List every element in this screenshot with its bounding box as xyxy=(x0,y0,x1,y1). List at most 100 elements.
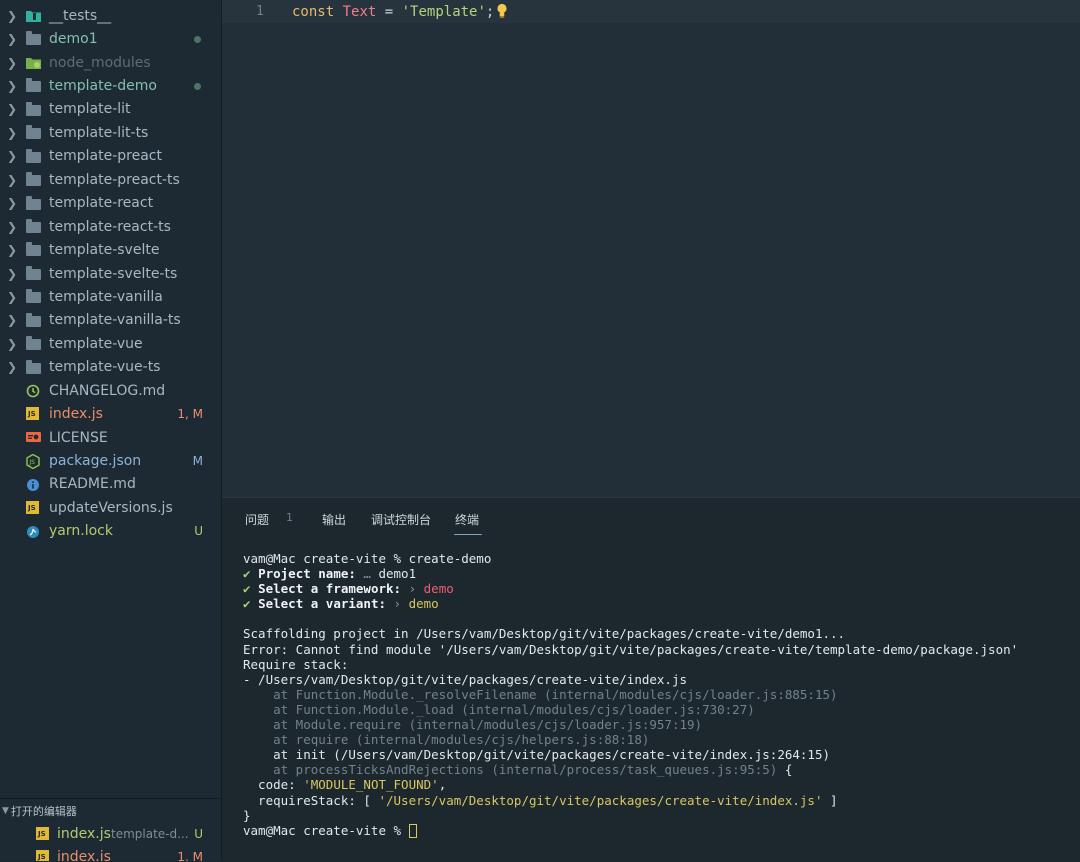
terminal-output[interactable]: vam@Mac create-vite % create-demo ✔ Proj… xyxy=(243,551,1073,838)
terminal-line: vam@Mac create-vite % create-demo xyxy=(243,551,492,566)
file-tree-item[interactable]: JS package.json M xyxy=(0,449,221,472)
chevron-right-icon: ❯ xyxy=(7,8,18,23)
chevron-down-icon: ▼ xyxy=(2,806,9,816)
file-tree-item[interactable]: ❯ template-demo xyxy=(0,74,221,97)
file-tree: ❯ __tests__ ❯ demo1 ❯ node_modules ❯ template-d… xyxy=(0,4,221,543)
file-tree-item[interactable]: README.md xyxy=(0,473,221,496)
git-status-badge: U xyxy=(194,524,203,539)
license-icon xyxy=(26,431,41,444)
folder-icon xyxy=(26,195,41,210)
terminal-cursor xyxy=(408,823,417,838)
file-tree-item[interactable]: CHANGELOG.md xyxy=(0,379,221,402)
tab-debug-console[interactable]: 调试控制台 xyxy=(371,511,431,528)
file-tree-item[interactable]: ❯ template-vanilla xyxy=(0,285,221,308)
folder-icon xyxy=(26,172,41,187)
javascript-file-icon: JS xyxy=(36,827,49,840)
file-tree-item[interactable]: ❯ template-react-ts xyxy=(0,215,221,238)
line-number: 1 xyxy=(256,4,264,19)
file-tree-item-label: template-lit-ts xyxy=(49,124,149,141)
file-tree-item[interactable]: ❯ template-preact-ts xyxy=(0,168,221,191)
file-tree-item-label: demo1 xyxy=(49,31,98,48)
file-tree-item-label: LICENSE xyxy=(49,429,108,446)
terminal-line: Scaffolding project in /Users/vam/Deskto… xyxy=(243,626,846,642)
terminal-line: ✔ Project name: … demo1 xyxy=(243,566,417,582)
chevron-right-icon: ❯ xyxy=(7,79,18,94)
readme-info-icon xyxy=(26,478,41,491)
open-editors-header[interactable]: ▼ 打开的编辑器 xyxy=(0,798,221,823)
tab-problems[interactable]: 问题 xyxy=(245,511,269,528)
problems-count-badge: 1 xyxy=(286,511,293,524)
chevron-right-icon: ❯ xyxy=(7,266,18,281)
open-editors-title: 打开的编辑器 xyxy=(10,805,77,818)
svg-text:JS: JS xyxy=(28,460,35,467)
file-tree-item[interactable]: ❯ template-vue-ts xyxy=(0,356,221,379)
yarn-icon xyxy=(26,525,41,538)
chevron-right-icon: ❯ xyxy=(7,125,18,140)
javascript-file-icon: JS xyxy=(26,501,41,515)
terminal-prompt-line[interactable]: vam@Mac create-vite % xyxy=(243,823,1073,838)
open-editor-filename: index.js xyxy=(57,849,111,861)
code-editor[interactable]: 1 const Text = 'Template'; xyxy=(222,0,1080,497)
folder-icon xyxy=(26,31,41,46)
chevron-right-icon: ❯ xyxy=(7,360,18,375)
file-tree-item[interactable]: ❯ template-preact xyxy=(0,145,221,168)
file-tree-item-label: CHANGELOG.md xyxy=(49,382,166,399)
file-tree-item-label: README.md xyxy=(49,476,136,493)
open-editor-item[interactable]: JS index.js template-d... U xyxy=(0,823,221,845)
file-tree-item[interactable]: ❯ demo1 xyxy=(0,27,221,50)
file-tree-item[interactable]: ❯ template-lit xyxy=(0,98,221,121)
code-line[interactable]: const Text = 'Template'; xyxy=(292,3,508,22)
terminal-line: code: 'MODULE_NOT_FOUND', xyxy=(243,777,447,793)
file-tree-item-label: template-vue xyxy=(49,335,143,352)
file-tree-item-label: index.js xyxy=(49,406,103,423)
file-tree-item-label: template-vanilla xyxy=(49,288,163,305)
code-operator: = xyxy=(384,4,394,20)
file-tree-item-label: template-react-ts xyxy=(49,218,171,235)
node-modules-folder-icon xyxy=(26,56,41,69)
file-tree-item-label: updateVersions.js xyxy=(49,499,173,516)
file-tree-item-label: template-svelte-ts xyxy=(49,265,178,282)
file-tree-item[interactable]: ❯ __tests__ xyxy=(0,4,221,27)
file-tree-item[interactable]: LICENSE xyxy=(0,426,221,449)
modified-dot xyxy=(194,35,201,43)
folder-icon xyxy=(26,125,41,140)
file-tree-item-label: __tests__ xyxy=(49,7,112,24)
open-editor-item[interactable]: JS index.js 1, M xyxy=(0,846,221,861)
folder-icon xyxy=(26,359,41,374)
terminal-line: at Function.Module._resolveFilename (int… xyxy=(243,686,838,702)
folder-icon xyxy=(26,148,41,163)
lightbulb-icon[interactable] xyxy=(496,3,508,22)
file-tree-item-label: template-preact xyxy=(49,148,162,165)
file-tree-item-label: package.json xyxy=(49,453,142,470)
checkmark-icon: ✔ xyxy=(243,596,251,612)
file-tree-item[interactable]: ❯ template-svelte-ts xyxy=(0,262,221,285)
file-tree-item[interactable]: ❯ node_modules xyxy=(0,51,221,74)
file-tree-item[interactable]: ❯ template-vue xyxy=(0,332,221,355)
file-tree-item[interactable]: JS index.js 1, M xyxy=(0,402,221,425)
file-tree-item[interactable]: yarn.lock U xyxy=(0,520,221,543)
code-keyword: const xyxy=(292,4,335,20)
git-status-badge: U xyxy=(194,827,203,841)
tab-terminal[interactable]: 终端 xyxy=(455,511,479,528)
panel-tabs: 问题 1 输出 调试控制台 终端 xyxy=(222,498,1080,538)
tab-output[interactable]: 输出 xyxy=(322,511,346,528)
javascript-file-icon: JS xyxy=(36,850,49,861)
file-tree-item-label: template-lit xyxy=(49,101,131,118)
terminal-line: at processTicksAndRejections (internal/p… xyxy=(243,762,793,778)
file-tree-item[interactable]: ❯ template-vanilla-ts xyxy=(0,309,221,332)
git-status-badge: 1, M xyxy=(177,407,203,422)
code-identifier: Text xyxy=(342,4,377,20)
terminal-line: at Function.Module._load (internal/modul… xyxy=(243,701,755,717)
file-tree-item[interactable]: ❯ template-svelte xyxy=(0,238,221,261)
open-editor-path: template-d... xyxy=(111,827,189,841)
file-tree-item[interactable]: ❯ template-react xyxy=(0,192,221,215)
file-tree-item[interactable]: JS updateVersions.js xyxy=(0,496,221,519)
chevron-right-icon: ❯ xyxy=(7,172,18,187)
bottom-panel: 问题 1 输出 调试控制台 终端 vam@Mac create-vite % c… xyxy=(222,497,1080,862)
chevron-right-icon: ❯ xyxy=(7,313,18,328)
terminal-line: } xyxy=(243,807,251,823)
file-tree-item[interactable]: ❯ template-lit-ts xyxy=(0,121,221,144)
folder-icon xyxy=(26,336,41,351)
changelog-icon xyxy=(26,384,41,398)
